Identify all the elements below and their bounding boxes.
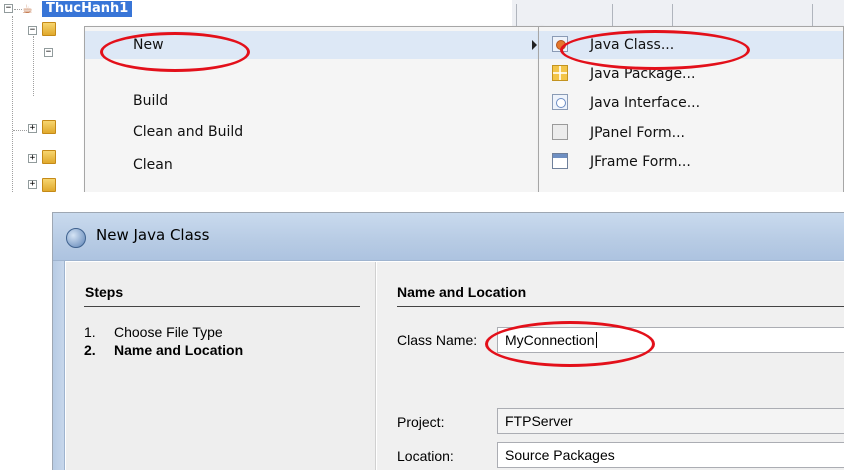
folder-icon xyxy=(42,150,56,164)
java-interface-icon xyxy=(552,94,568,110)
submenu-arrow-icon xyxy=(532,40,537,50)
submenu-item-label: Java Class... xyxy=(590,37,675,53)
folder-icon xyxy=(42,120,56,134)
netbeans-cube-icon xyxy=(66,228,86,248)
menu-item-new[interactable]: New xyxy=(85,31,541,59)
class-name-input[interactable]: MyConnection xyxy=(497,327,844,353)
steps-heading: Steps xyxy=(85,284,124,300)
submenu-item-java-class[interactable]: Java Class... xyxy=(539,31,843,59)
submenu-item-jpanel-form[interactable]: JPanel Form... xyxy=(539,119,843,147)
netbeans-context-menu-screenshot: − ☕ ThucHanh1 − − + + + New Build Clean … xyxy=(0,0,844,192)
class-name-value: MyConnection xyxy=(505,332,595,348)
coffee-cup-project-icon: ☕ xyxy=(22,2,33,16)
submenu-item-label: JPanel Form... xyxy=(590,125,685,141)
new-submenu: Java Class... Java Package... Java Inter… xyxy=(538,26,844,192)
submenu-item-java-package[interactable]: Java Package... xyxy=(539,60,843,88)
dialog-titlebar[interactable]: New Java Class xyxy=(53,213,844,261)
jframe-form-icon xyxy=(552,153,568,169)
submenu-item-label: Java Interface... xyxy=(590,95,701,111)
folder-icon xyxy=(42,178,56,192)
expand-folder-icon[interactable]: + xyxy=(28,124,37,133)
project-context-menu: New Build Clean and Build Clean xyxy=(84,26,542,192)
step-label: Name and Location xyxy=(114,342,244,358)
jpanel-form-icon xyxy=(552,124,568,140)
location-label: Location: xyxy=(397,448,454,464)
menu-item-build[interactable]: Build xyxy=(133,87,168,115)
java-class-icon xyxy=(552,36,568,52)
location-select[interactable]: Source Packages xyxy=(497,442,844,468)
class-name-label: Class Name: xyxy=(397,332,478,348)
text-caret xyxy=(595,332,597,348)
submenu-item-label: Java Package... xyxy=(590,66,696,82)
submenu-item-jframe-form[interactable]: JFrame Form... xyxy=(539,148,843,176)
menu-item-clean[interactable]: Clean xyxy=(133,151,173,179)
divider xyxy=(84,306,360,307)
step-number: 1. xyxy=(84,324,96,340)
new-java-class-dialog: New Java Class Steps 1. Choose File Type … xyxy=(52,212,844,470)
section-heading: Name and Location xyxy=(397,284,527,300)
window-frame xyxy=(53,261,65,470)
collapse-subfolder-icon[interactable]: − xyxy=(44,48,53,57)
dialog-title: New Java Class xyxy=(96,226,210,244)
menu-item-clean-and-build[interactable]: Clean and Build xyxy=(133,118,243,146)
submenu-item-java-interface[interactable]: Java Interface... xyxy=(539,89,843,117)
expand-folder-icon[interactable]: + xyxy=(28,180,37,189)
collapse-folder-icon[interactable]: − xyxy=(28,26,37,35)
collapse-project-icon[interactable]: − xyxy=(4,4,13,13)
expand-folder-icon[interactable]: + xyxy=(28,154,37,163)
java-package-icon xyxy=(552,65,568,81)
submenu-item-label: JFrame Form... xyxy=(590,154,691,170)
step-choose-file-type: 1. Choose File Type xyxy=(84,324,223,340)
folder-icon xyxy=(42,22,56,36)
divider xyxy=(397,306,844,307)
name-and-location-pane: Name and Location Class Name: MyConnecti… xyxy=(377,262,844,470)
project-field: FTPServer xyxy=(497,408,844,434)
menu-item-new-label: New xyxy=(133,37,164,53)
step-number: 2. xyxy=(84,342,96,358)
project-label: Project: xyxy=(397,414,445,430)
step-label: Choose File Type xyxy=(114,324,223,340)
step-name-and-location: 2. Name and Location xyxy=(84,342,243,358)
project-node[interactable]: ThucHanh1 xyxy=(42,1,133,17)
steps-pane: Steps 1. Choose File Type 2. Name and Loca… xyxy=(66,262,376,470)
